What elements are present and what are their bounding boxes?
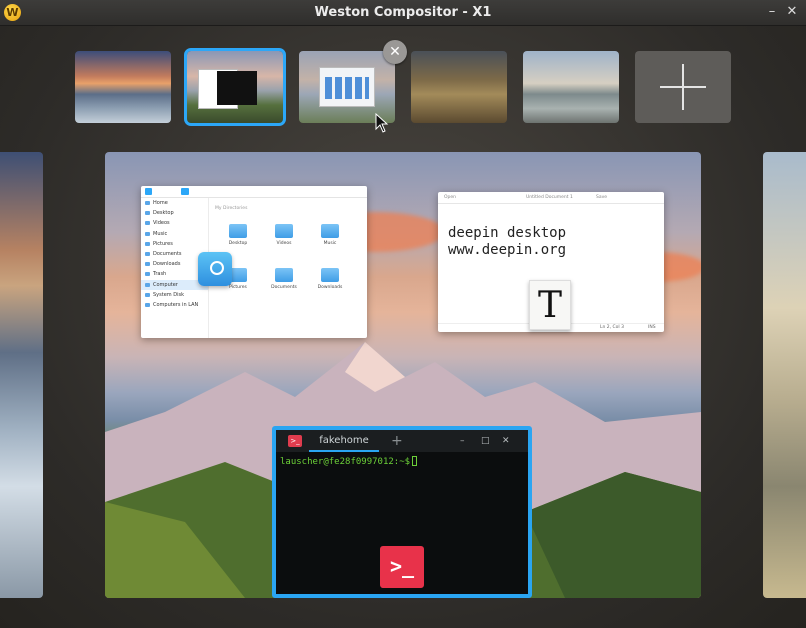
workspace-thumbnail-2[interactable] (184, 48, 286, 126)
current-workspace-preview[interactable]: Home Desktop Videos Music Pictures Docum… (105, 152, 701, 598)
minimize-button[interactable]: – (764, 4, 780, 20)
previous-workspace-preview[interactable] (0, 152, 43, 598)
mini-terminal (217, 71, 257, 105)
sidebar-item[interactable]: System Disk (141, 290, 208, 300)
sidebar-item[interactable]: Computers in LAN (141, 300, 208, 310)
file-manager-titlebar (141, 186, 367, 198)
section-label: My Directories (215, 206, 248, 211)
terminal-close-button[interactable]: ✕ (502, 434, 510, 448)
file-manager-app-icon (198, 252, 232, 286)
terminal-app-icon: >_ (380, 546, 424, 588)
folder-item[interactable]: Desktop (223, 224, 253, 246)
folder-icon (321, 268, 339, 282)
text-editor-titlebar: Open Untitled Document 1 Save (438, 192, 664, 204)
document-title: Untitled Document 1 (526, 195, 573, 200)
next-workspace-preview[interactable] (763, 152, 806, 598)
window-title: Weston Compositor - X1 (314, 5, 492, 20)
input-mode: INS (648, 325, 656, 330)
terminal-minimize-button[interactable]: – (460, 434, 465, 448)
workspace-thumbnail-5[interactable] (523, 51, 619, 123)
title-bar: W Weston Compositor - X1 – ✕ (0, 0, 806, 26)
workspace-thumbnail-4[interactable] (411, 51, 507, 123)
save-button[interactable]: Save (596, 195, 607, 200)
workspace-overview: ✕ Home Desktop Videos Music Pictures Doc… (0, 26, 806, 628)
terminal-titlebar: >_ fakehome + – □ ✕ (276, 430, 528, 452)
cursor-position: Ln 2, Col 3 (600, 325, 624, 330)
open-button[interactable]: Open (444, 195, 456, 200)
terminal-prompt[interactable]: lauscher@fe28f0997012:~$ (280, 456, 418, 467)
sidebar-item[interactable]: Desktop (141, 208, 208, 218)
editor-content[interactable]: deepin desktop www.deepin.org (448, 225, 566, 259)
terminal-logo-icon: >_ (288, 435, 302, 447)
mouse-pointer-icon (375, 113, 389, 133)
folder-item[interactable]: Videos (269, 224, 299, 246)
file-manager-window[interactable]: Home Desktop Videos Music Pictures Docum… (141, 186, 367, 338)
folder-icon (321, 224, 339, 238)
sidebar-item[interactable]: Home (141, 198, 208, 208)
new-tab-button[interactable]: + (391, 432, 403, 450)
folder-icon (229, 224, 247, 238)
file-manager-logo-icon (145, 188, 152, 195)
folder-item[interactable]: Documents (269, 268, 299, 290)
workspace-thumbnail-1[interactable] (75, 51, 171, 123)
sidebar-item[interactable]: Music (141, 229, 208, 239)
terminal-window[interactable]: >_ fakehome + – □ ✕ lauscher@fe28f099701… (272, 426, 532, 598)
location-icon[interactable] (181, 188, 189, 195)
folder-item[interactable]: Music (315, 224, 345, 246)
text-cursor (412, 456, 418, 466)
close-button[interactable]: ✕ (784, 4, 800, 20)
folder-item[interactable]: Downloads (315, 268, 345, 290)
mini-app-grid (325, 77, 369, 99)
folder-icon (275, 268, 293, 282)
sidebar-item[interactable]: Videos (141, 218, 208, 228)
add-workspace-button[interactable] (635, 51, 731, 123)
sidebar-item[interactable]: Pictures (141, 239, 208, 249)
close-workspace-button[interactable]: ✕ (383, 40, 407, 64)
folder-icon (275, 224, 293, 238)
tab-fakehome[interactable]: fakehome (309, 430, 379, 452)
text-editor-app-icon: T (529, 280, 571, 330)
terminal-maximize-button[interactable]: □ (481, 434, 490, 448)
